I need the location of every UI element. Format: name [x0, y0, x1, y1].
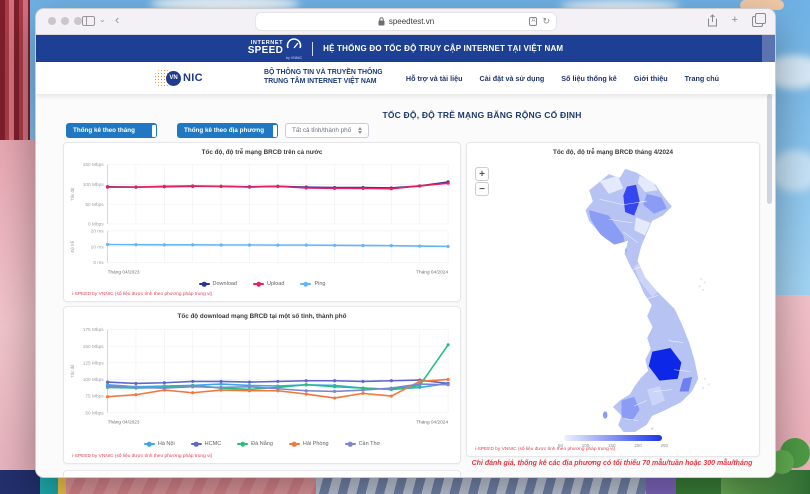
page-scrollbar[interactable] [767, 94, 772, 204]
nav-item-support[interactable]: Hỗ trợ và tài liệu [406, 74, 463, 83]
url-text: speedtest.vn [389, 17, 434, 26]
wallpaper-wall-left [0, 140, 36, 478]
chart1-legend: DownloadUploadPing [64, 281, 460, 287]
vietnam-choropleth-map[interactable] [545, 163, 727, 435]
nav-item-home[interactable]: Trang chủ [685, 74, 719, 83]
svg-text:75 Mbps: 75 Mbps [85, 394, 104, 400]
island-con-dao [652, 427, 654, 429]
svg-text:Tháng 04/2024: Tháng 04/2024 [416, 420, 448, 426]
map-zoom-out-button[interactable]: − [475, 182, 489, 196]
back-button[interactable]: ‹ [115, 12, 119, 27]
province-select-value: Tất cả tỉnh/thành phố [292, 127, 351, 134]
page-title: TỐC ĐỘ, ĐỘ TRỄ MẠNG BĂNG RỘNG CỐ ĐỊNH [382, 110, 581, 120]
svg-text:150 Mbps: 150 Mbps [83, 162, 104, 168]
zoom-window-button[interactable] [74, 17, 82, 25]
svg-text:Tháng 04/2023: Tháng 04/2023 [108, 420, 140, 426]
svg-text:10 ms: 10 ms [91, 244, 105, 250]
select-arrows-icon [358, 127, 362, 134]
nav-item-about[interactable]: Giới thiệu [634, 74, 668, 83]
org-name: BỘ THÔNG TIN VÀ TRUYỀN THÔNG TRUNG TÂM I… [264, 69, 383, 87]
chart-card-provinces: Tốc độ download mạng BRCĐ tại một số tỉn… [63, 306, 461, 464]
page-content: TỐC ĐỘ, ĐỘ TRỄ MẠNG BĂNG RỘNG CỐ ĐỊNH Th… [36, 94, 775, 478]
chart2-footnote: i-SPEED by VNNIC (số liệu được tính theo… [72, 454, 212, 459]
svg-text:100 Mbps: 100 Mbps [83, 377, 104, 383]
site-title: HỆ THỐNG ĐO TỐC ĐỘ TRUY CẬP INTERNET TẠI… [323, 44, 563, 53]
nav-menu: Hỗ trợ và tài liệu Cài đặt và sử dụng Số… [406, 74, 719, 83]
sidebar-toggle-icon[interactable] [82, 16, 95, 26]
org-line1: BỘ THÔNG TIN VÀ TRUYỀN THÔNG [264, 69, 383, 78]
browser-window: ⌄ ‹ speedtest.vn A ↻ + INTERNET [35, 8, 776, 478]
chart-card-nationwide: Tốc độ, độ trễ mạng BRCĐ trên cả nước 15… [63, 142, 461, 302]
vnnic-nic-text: NIC [183, 72, 203, 84]
vnnic-logo[interactable]: VN NIC [154, 69, 203, 88]
site-nav: VN NIC BỘ THÔNG TIN VÀ TRUYỀN THÔNG TRUN… [36, 62, 775, 94]
map-title: Tốc độ, độ trễ mạng BRCĐ tháng 4/2024 [467, 149, 759, 156]
ispeed-logo: INTERNET SPEED by VNNIC [248, 37, 302, 60]
logo-by-vnnic: by VNNIC [286, 56, 302, 60]
map-card: Tốc độ, độ trễ mạng BRCĐ tháng 4/2024 + … [466, 142, 760, 457]
chart-card-next [63, 470, 461, 478]
island-phu-quoc[interactable] [603, 411, 608, 418]
speedometer-icon [286, 37, 302, 50]
chart1-title: Tốc độ, độ trễ mạng BRCĐ trên cả nước [64, 149, 460, 156]
nav-item-statistics[interactable]: Số liệu thống kê [561, 74, 617, 83]
svg-text:Tháng 04/2023: Tháng 04/2023 [108, 269, 140, 275]
svg-text:Tốc độ: Tốc độ [70, 364, 75, 378]
sample-threshold-note: Chỉ đánh giá, thống kê các địa phương có… [466, 460, 758, 467]
wallpaper-building-left [0, 0, 30, 150]
map-zoom-in-button[interactable]: + [475, 167, 489, 181]
reload-icon[interactable]: ↻ [542, 16, 550, 26]
address-bar[interactable]: speedtest.vn A ↻ [256, 13, 556, 30]
map-footnote: i-SPEED by VNNIC (số liệu được tính theo… [475, 447, 615, 452]
islands-truong-sa [702, 378, 710, 389]
chart1-footnote: i-SPEED by VNNIC (số liệu được tính theo… [72, 292, 212, 297]
org-line2: TRUNG TÂM INTERNET VIỆT NAM [264, 78, 383, 87]
browser-toolbar: ⌄ ‹ speedtest.vn A ↻ + [36, 9, 775, 35]
sidebar-chevron-icon[interactable]: ⌄ [99, 15, 106, 24]
minimize-window-button[interactable] [61, 17, 69, 25]
province-select[interactable]: Tất cả tỉnh/thành phố [285, 123, 369, 138]
lock-icon [378, 17, 385, 26]
svg-text:175 Mbps: 175 Mbps [83, 327, 104, 333]
nav-item-install[interactable]: Cài đặt và sử dụng [480, 74, 545, 83]
share-icon[interactable] [707, 14, 718, 27]
translate-icon[interactable]: A [529, 17, 537, 26]
header-divider [312, 42, 313, 56]
svg-text:0 ms: 0 ms [93, 260, 104, 266]
chart-province-download-speed[interactable]: 175 Mbps 150 Mbps 125 Mbps 100 Mbps 75 Mbps 5… [66, 323, 458, 441]
filter-row: Thống kê theo tháng Thống kê theo địa ph… [66, 123, 369, 138]
chart2-legend: Hà NộiHCMCĐà NẵngHải PhòngCần Thơ [64, 441, 460, 447]
svg-text:Tháng 04/2024: Tháng 04/2024 [416, 269, 448, 275]
svg-text:100 Mbps: 100 Mbps [83, 182, 104, 188]
new-tab-button[interactable]: + [732, 13, 738, 27]
logo-speed-text: SPEED [248, 46, 283, 56]
tab-overview-icon[interactable] [752, 16, 763, 27]
svg-text:Độ trễ: Độ trễ [70, 240, 75, 252]
chart-nationwide-speed-latency[interactable]: 150 Mbps 100 Mbps 50 Mbps 0 Mbps Tốc độ 20 ms… [66, 159, 458, 281]
svg-text:Tốc độ: Tốc độ [70, 187, 75, 201]
svg-text:50 Mbps: 50 Mbps [85, 410, 104, 416]
islands-hoang-sa [699, 278, 707, 291]
svg-text:125 Mbps: 125 Mbps [83, 360, 104, 366]
vietnam-outline[interactable] [586, 168, 699, 432]
svg-text:150 Mbps: 150 Mbps [83, 344, 104, 350]
close-window-button[interactable] [48, 17, 56, 25]
svg-text:50 Mbps: 50 Mbps [85, 202, 104, 208]
svg-text:20 ms: 20 ms [91, 229, 105, 235]
map-color-scale [564, 435, 662, 441]
site-header: INTERNET SPEED by VNNIC HỆ THỐNG ĐO TỐC … [36, 35, 775, 62]
vnnic-vn-badge: VN [166, 71, 181, 86]
chart2-title: Tốc độ download mạng BRCĐ tại một số tỉn… [64, 313, 460, 320]
tab-stats-by-province[interactable]: Thống kê theo địa phương [177, 123, 278, 138]
tab-stats-by-month[interactable]: Thống kê theo tháng [66, 123, 157, 138]
svg-text:0 Mbps: 0 Mbps [88, 222, 104, 228]
